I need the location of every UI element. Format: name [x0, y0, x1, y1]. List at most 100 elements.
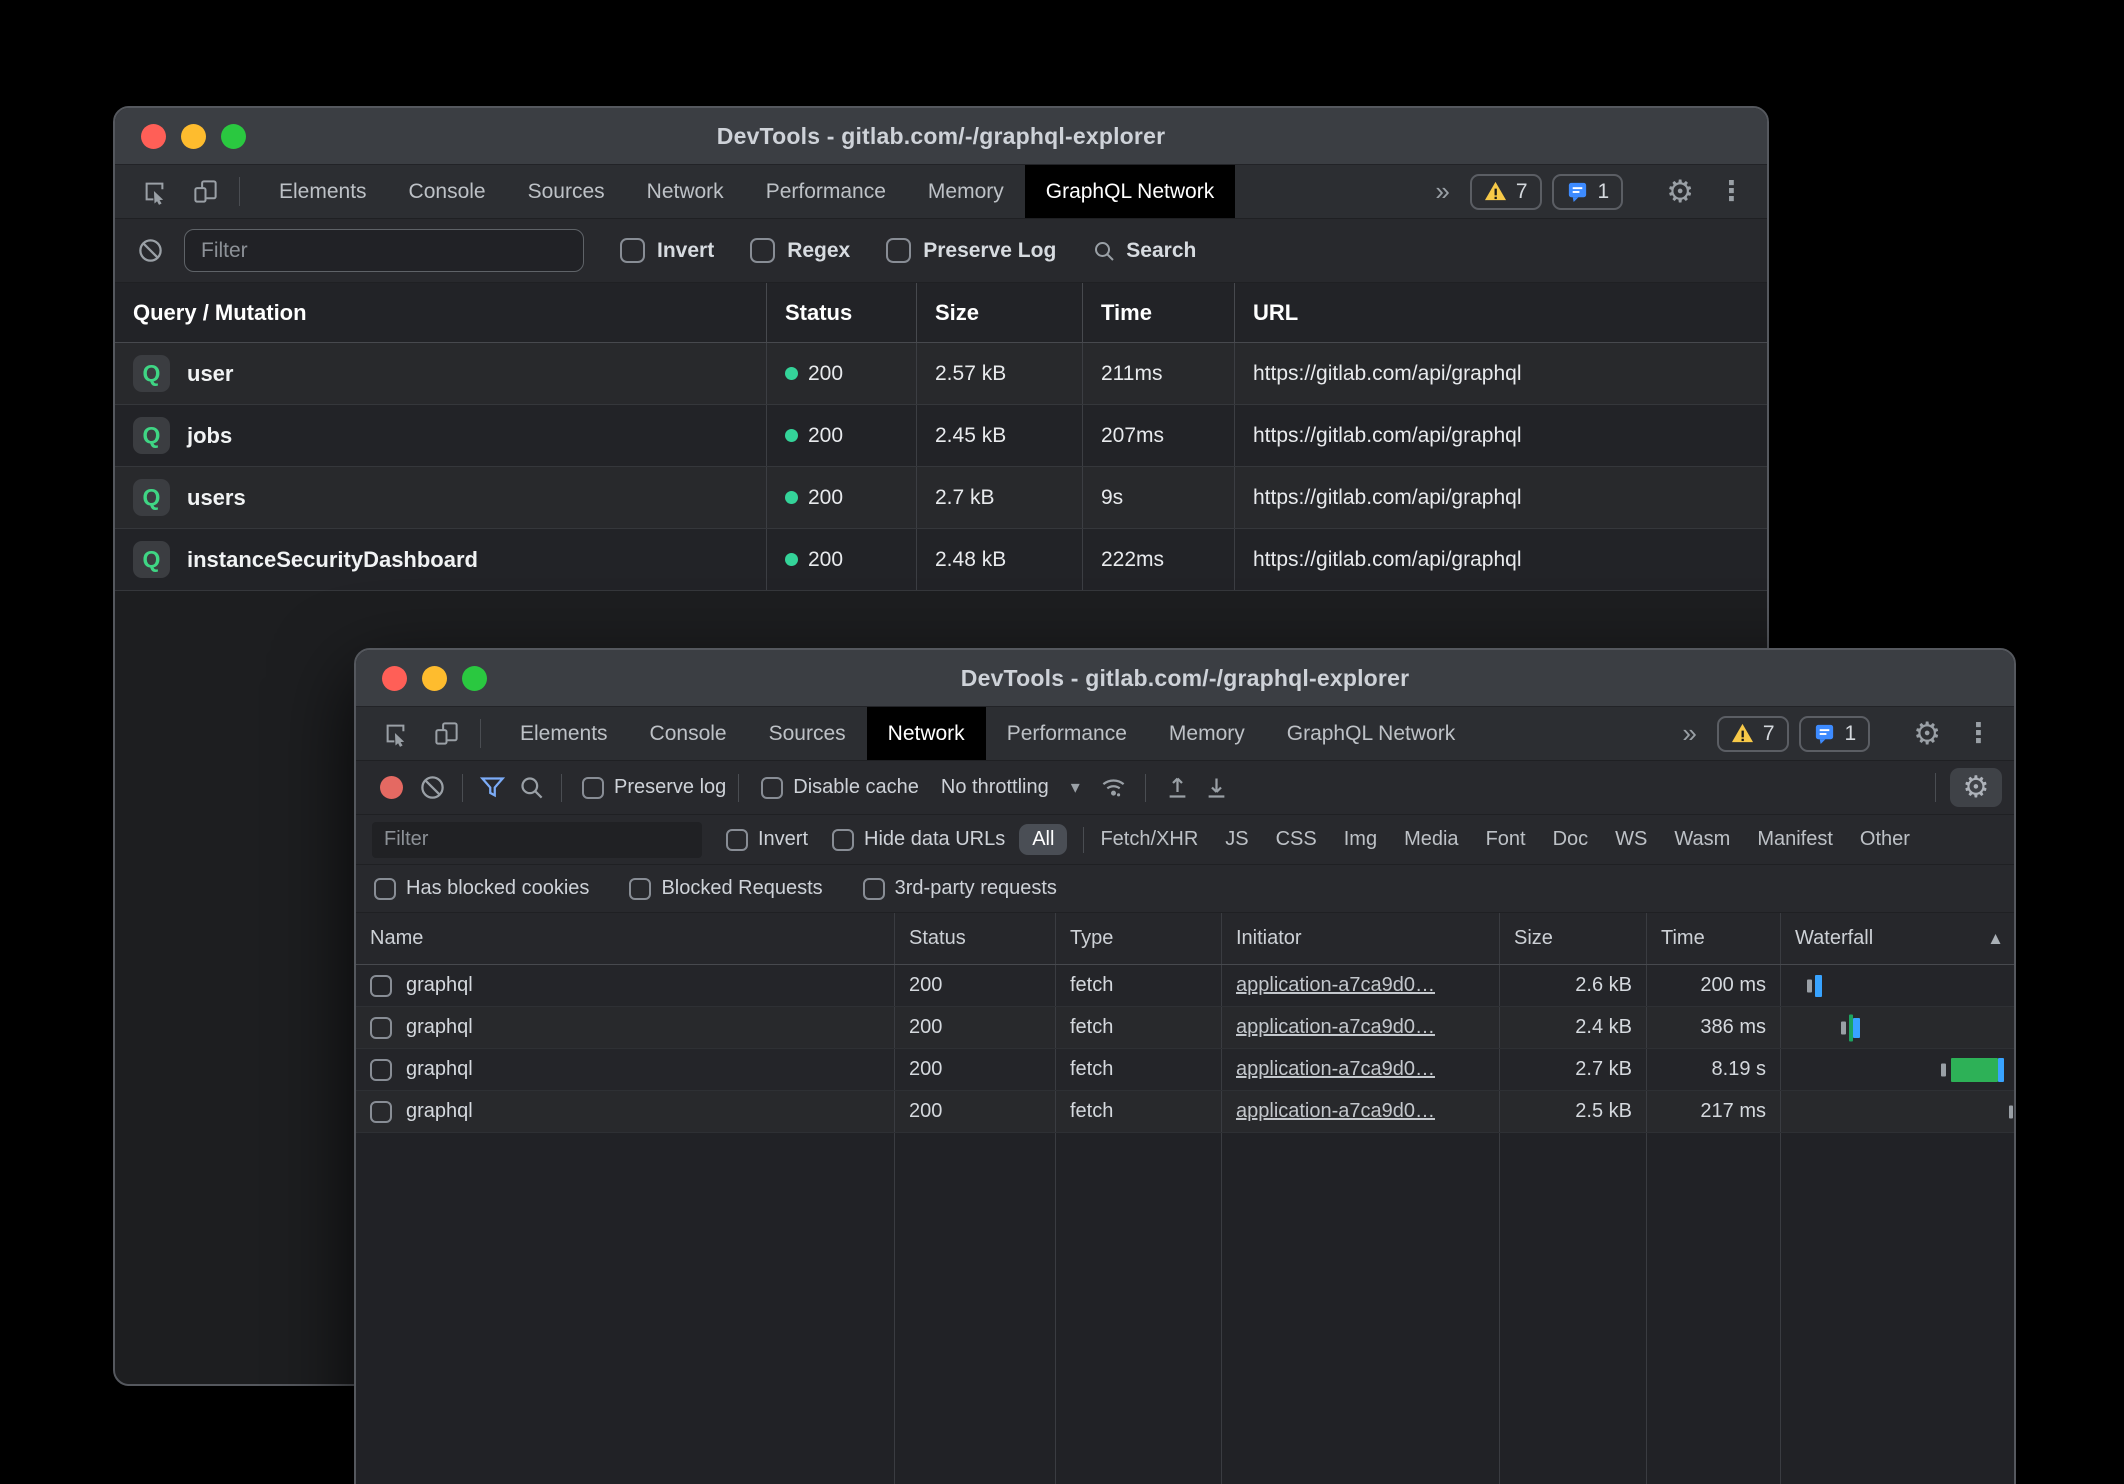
row-checkbox[interactable]: [370, 1059, 392, 1081]
tab-graphql-network[interactable]: GraphQL Network: [1266, 707, 1476, 760]
device-toolbar-icon[interactable]: [180, 165, 231, 218]
device-toolbar-icon[interactable]: [421, 707, 472, 760]
type-filter-ws[interactable]: WS: [1615, 828, 1647, 851]
titlebar-back[interactable]: DevTools - gitlab.com/-/graphql-explorer: [115, 108, 1767, 165]
type-filter-fetch-xhr[interactable]: Fetch/XHR: [1100, 828, 1198, 851]
table-row[interactable]: Quser 200 2.57 kB 211ms https://gitlab.c…: [115, 343, 1767, 405]
column-time[interactable]: Time: [1082, 283, 1234, 342]
column-size[interactable]: Size: [1499, 913, 1646, 964]
type-filter-js[interactable]: JS: [1225, 828, 1248, 851]
tab-performance[interactable]: Performance: [745, 165, 907, 218]
issues-badge[interactable]: 1: [1552, 174, 1624, 210]
settings-gear-icon[interactable]: ⚙: [1907, 718, 1947, 749]
column-time[interactable]: Time: [1646, 913, 1780, 964]
row-checkbox[interactable]: [370, 1017, 392, 1039]
warnings-badge[interactable]: 7: [1717, 716, 1789, 752]
titlebar-front[interactable]: DevTools - gitlab.com/-/graphql-explorer: [356, 650, 2014, 707]
column-size[interactable]: Size: [916, 283, 1082, 342]
row-checkbox[interactable]: [370, 1101, 392, 1123]
has-blocked-cookies-checkbox[interactable]: [374, 878, 396, 900]
filter-funnel-icon[interactable]: [473, 774, 512, 801]
search-icon[interactable]: [512, 774, 551, 801]
table-row[interactable]: Qjobs 200 2.45 kB 207ms https://gitlab.c…: [115, 405, 1767, 467]
column-status[interactable]: Status: [894, 913, 1055, 964]
type-filter-manifest[interactable]: Manifest: [1757, 828, 1833, 851]
invert-checkbox[interactable]: [620, 238, 645, 263]
type-filter-doc[interactable]: Doc: [1553, 828, 1589, 851]
tab-graphql-network[interactable]: GraphQL Network: [1025, 165, 1235, 218]
third-party-requests-checkbox[interactable]: [863, 878, 885, 900]
type-filter-other[interactable]: Other: [1860, 828, 1910, 851]
close-button[interactable]: [141, 124, 166, 149]
close-button[interactable]: [382, 666, 407, 691]
type-filter-img[interactable]: Img: [1344, 828, 1377, 851]
table-row[interactable]: graphql 200 fetch application-a7ca9d0… 2…: [356, 965, 2014, 1007]
network-conditions-icon[interactable]: [1094, 774, 1133, 801]
customize-menu-icon[interactable]: ⋮: [1710, 178, 1753, 205]
table-row[interactable]: graphql 200 fetch application-a7ca9d0… 2…: [356, 1007, 2014, 1049]
row-checkbox[interactable]: [370, 975, 392, 997]
column-name[interactable]: Name: [356, 913, 894, 964]
column-initiator[interactable]: Initiator: [1221, 913, 1499, 964]
clear-icon[interactable]: [131, 237, 170, 264]
initiator-link[interactable]: application-a7ca9d0…: [1236, 1100, 1435, 1123]
preserve-log-checkbox-group: Preserve Log: [886, 238, 1056, 263]
record-button[interactable]: [380, 776, 403, 799]
table-row[interactable]: QinstanceSecurityDashboard 200 2.48 kB 2…: [115, 529, 1767, 591]
type-filter-all[interactable]: All: [1019, 824, 1067, 855]
tab-elements[interactable]: Elements: [258, 165, 388, 218]
column-url[interactable]: URL: [1234, 283, 1767, 342]
import-har-icon[interactable]: [1158, 774, 1197, 801]
initiator-link[interactable]: application-a7ca9d0…: [1236, 1016, 1435, 1039]
tab-elements[interactable]: Elements: [499, 707, 629, 760]
column-waterfall[interactable]: Waterfall ▲: [1780, 913, 2014, 964]
tab-console[interactable]: Console: [629, 707, 748, 760]
tab-sources[interactable]: Sources: [748, 707, 867, 760]
settings-gear-icon[interactable]: ⚙: [1660, 176, 1700, 207]
initiator-link[interactable]: application-a7ca9d0…: [1236, 1058, 1435, 1081]
clear-icon[interactable]: [413, 774, 452, 801]
minimize-button[interactable]: [181, 124, 206, 149]
tab-performance[interactable]: Performance: [986, 707, 1148, 760]
zoom-button[interactable]: [462, 666, 487, 691]
throttling-select[interactable]: No throttling ▾: [941, 776, 1080, 799]
column-type[interactable]: Type: [1055, 913, 1221, 964]
type-filter-wasm[interactable]: Wasm: [1674, 828, 1730, 851]
preserve-log-checkbox[interactable]: [582, 777, 604, 799]
table-row[interactable]: graphql 200 fetch application-a7ca9d0… 2…: [356, 1091, 2014, 1133]
tab-network[interactable]: Network: [867, 707, 986, 760]
minimize-button[interactable]: [422, 666, 447, 691]
hide-data-urls-checkbox[interactable]: [832, 829, 854, 851]
column-query-mutation[interactable]: Query / Mutation: [115, 283, 766, 342]
tab-memory[interactable]: Memory: [1148, 707, 1266, 760]
zoom-button[interactable]: [221, 124, 246, 149]
invert-checkbox[interactable]: [726, 829, 748, 851]
table-row[interactable]: graphql 200 fetch application-a7ca9d0… 2…: [356, 1049, 2014, 1091]
more-tabs-icon[interactable]: »: [1672, 718, 1706, 749]
network-settings-button[interactable]: ⚙: [1950, 768, 2002, 807]
initiator-link[interactable]: application-a7ca9d0…: [1236, 974, 1435, 997]
warnings-badge[interactable]: 7: [1470, 174, 1542, 210]
type-filter-font[interactable]: Font: [1486, 828, 1526, 851]
issues-badge[interactable]: 1: [1799, 716, 1871, 752]
export-har-icon[interactable]: [1197, 774, 1236, 801]
column-status[interactable]: Status: [766, 283, 916, 342]
blocked-requests-checkbox[interactable]: [629, 878, 651, 900]
preserve-log-checkbox[interactable]: [886, 238, 911, 263]
more-tabs-icon[interactable]: »: [1425, 176, 1459, 207]
customize-menu-icon[interactable]: ⋮: [1957, 720, 2000, 747]
filter-input[interactable]: [184, 229, 584, 272]
inspect-icon[interactable]: [370, 707, 421, 760]
regex-checkbox[interactable]: [750, 238, 775, 263]
disable-cache-checkbox[interactable]: [761, 777, 783, 799]
tab-console[interactable]: Console: [388, 165, 507, 218]
tab-network[interactable]: Network: [626, 165, 745, 218]
inspect-icon[interactable]: [129, 165, 180, 218]
tab-sources[interactable]: Sources: [507, 165, 626, 218]
table-row[interactable]: Qusers 200 2.7 kB 9s https://gitlab.com/…: [115, 467, 1767, 529]
type-filter-media[interactable]: Media: [1404, 828, 1458, 851]
type-filter-css[interactable]: CSS: [1276, 828, 1317, 851]
search-button[interactable]: Search: [1092, 239, 1196, 263]
tab-memory[interactable]: Memory: [907, 165, 1025, 218]
network-filter-input[interactable]: [372, 822, 702, 858]
